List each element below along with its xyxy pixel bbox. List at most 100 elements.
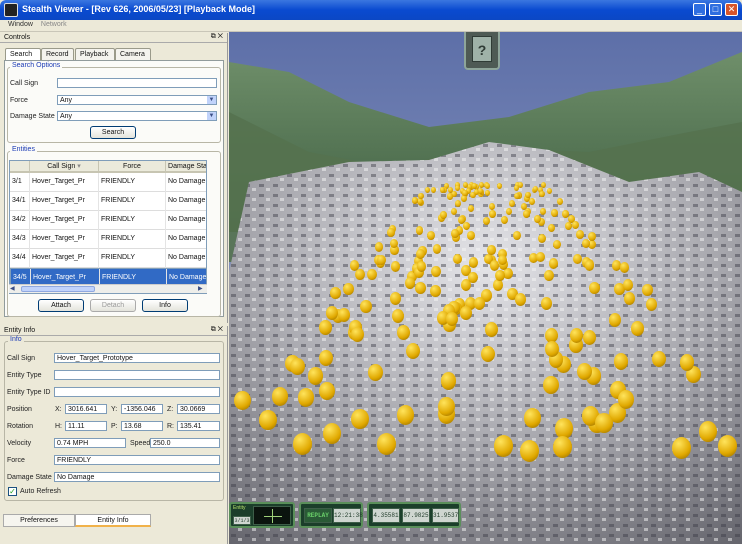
scroll-left-icon[interactable]: ◀ xyxy=(10,285,15,292)
hud-elevation: 31.9537 xyxy=(432,508,459,523)
controls-title: Controls xyxy=(4,34,31,41)
hover-target xyxy=(319,382,335,401)
maximize-button[interactable]: □ xyxy=(709,3,722,16)
hover-target xyxy=(472,183,478,189)
callsign-input[interactable] xyxy=(57,78,217,88)
hud-compass-display xyxy=(253,506,291,525)
search-button[interactable]: Search xyxy=(90,126,136,139)
column-header-callsign[interactable]: Call Sign ▾ xyxy=(30,161,99,173)
hover-target xyxy=(553,240,562,250)
horizontal-scrollbar[interactable]: ◀ ▶ xyxy=(9,284,207,293)
help-icon[interactable]: ? xyxy=(472,36,492,62)
hover-target xyxy=(355,269,365,281)
callsign-label: Call Sign xyxy=(10,80,39,87)
hover-target xyxy=(573,254,582,265)
tab-entity-info[interactable]: Entity Info xyxy=(75,514,151,527)
target-swarm xyxy=(229,32,742,544)
table-row[interactable]: 34/1 Hover_Target_Pr FRIENDLY No Damage xyxy=(10,192,206,211)
hover-target xyxy=(298,388,315,407)
hover-target xyxy=(377,433,396,455)
speed-label: Speed: xyxy=(130,440,153,447)
menu-network[interactable]: Network xyxy=(41,21,67,28)
damage-state-select[interactable]: Any ▼ xyxy=(57,111,217,121)
hover-target xyxy=(485,183,491,189)
pos-z-label: Z: xyxy=(167,406,174,413)
column-header-damage[interactable]: Damage Sta xyxy=(166,161,206,173)
hover-target xyxy=(588,232,596,241)
auto-refresh-checkbox[interactable]: ✓ xyxy=(8,487,17,496)
ei-entity-type-label: Entity Type xyxy=(7,372,42,379)
hover-target xyxy=(614,353,629,370)
detach-button[interactable]: Detach xyxy=(90,299,136,312)
tab-playback[interactable]: Playback xyxy=(75,48,115,60)
scroll-right-icon[interactable]: ▶ xyxy=(198,285,203,292)
hover-target xyxy=(518,182,523,188)
hover-target xyxy=(483,217,490,225)
hover-target xyxy=(431,187,437,194)
table-row[interactable]: 34/3 Hover_Target_Pr FRIENDLY No Damage xyxy=(10,230,206,249)
table-row[interactable]: 3/1 Hover_Target_Pr FRIENDLY No Damage xyxy=(10,173,206,192)
hud-replay-panel: REPLAY 12:21:38 xyxy=(299,502,363,528)
tab-record[interactable]: Record xyxy=(41,48,74,60)
hover-target xyxy=(576,230,584,239)
close-button[interactable]: ✕ xyxy=(725,3,738,16)
hover-target xyxy=(494,435,513,457)
menu-window[interactable]: Window xyxy=(8,21,33,28)
panel-dock-close-icon[interactable]: ⧉ ✕ xyxy=(211,33,223,41)
entity-info-title: Entity Info xyxy=(4,327,36,334)
column-header-force[interactable]: Force xyxy=(99,161,166,173)
3d-viewport[interactable]: ? Entity 3/1/3 REPLAY 12:21:38 4.35581 8… xyxy=(229,32,742,544)
hover-target xyxy=(463,222,471,231)
ei-force-label: Force xyxy=(7,457,25,464)
hover-target xyxy=(553,436,572,458)
hover-target xyxy=(501,216,508,224)
ei-entity-type-field xyxy=(54,370,220,380)
hud-coords-panel: 4.35581 87.9825 31.9537 xyxy=(367,502,461,528)
hover-target xyxy=(387,228,395,237)
ei-rotation-label: Rotation xyxy=(7,423,34,430)
ei-force-field: FRIENDLY xyxy=(54,455,220,465)
hover-target xyxy=(509,200,515,207)
title-bar: Stealth Viewer - [Rev 626, 2006/05/23] [… xyxy=(0,0,742,20)
tab-preferences[interactable]: Preferences xyxy=(3,514,75,527)
hover-target xyxy=(412,197,418,204)
hover-target xyxy=(416,226,424,235)
hover-target xyxy=(326,306,338,320)
rot-h-field: 11.11 xyxy=(65,421,107,431)
hover-target xyxy=(595,413,613,434)
table-cell: 34/1 xyxy=(10,192,30,211)
attach-button[interactable]: Attach xyxy=(38,299,84,312)
table-cell: No Damage xyxy=(166,173,206,192)
menu-bar: Window Network xyxy=(0,20,742,32)
hover-target xyxy=(497,183,503,189)
table-cell: 34/2 xyxy=(10,211,30,230)
entities-label: Entities xyxy=(10,146,37,153)
hover-target xyxy=(515,293,527,306)
panel-dock-close-icon[interactable]: ⧉ ✕ xyxy=(211,326,223,334)
ei-entity-type-id-field xyxy=(54,387,220,397)
table-cell: Hover_Target_Pr xyxy=(30,230,99,249)
table-row[interactable]: 34/4 Hover_Target_Pr FRIENDLY No Damage xyxy=(10,249,206,268)
hover-target xyxy=(323,423,342,444)
hover-target xyxy=(351,409,369,430)
hover-target xyxy=(360,300,372,314)
hover-target xyxy=(468,272,478,284)
hover-target xyxy=(416,249,425,259)
velocity-field: 0.74 MPH xyxy=(54,438,126,448)
hover-target xyxy=(418,193,424,200)
minimize-button[interactable]: _ xyxy=(693,3,706,16)
hud-time: 12:21:38 xyxy=(333,508,363,523)
hover-target xyxy=(570,328,583,343)
hover-target xyxy=(460,306,472,320)
help-widget[interactable]: ? xyxy=(464,32,500,70)
column-header-id[interactable] xyxy=(10,161,30,173)
info-button[interactable]: Info xyxy=(142,299,188,312)
hud-latitude: 4.35581 xyxy=(372,508,400,523)
tab-camera[interactable]: Camera xyxy=(115,48,151,60)
entities-table[interactable]: Call Sign ▾ Force Damage Sta 3/1 Hover_Ta… xyxy=(9,160,207,294)
controls-header: Controls ⧉ ✕ xyxy=(0,33,227,43)
table-row[interactable]: 34/2 Hover_Target_Pr FRIENDLY No Damage xyxy=(10,211,206,230)
force-select[interactable]: Any ▼ xyxy=(57,95,217,105)
hover-target xyxy=(489,210,496,218)
scrollbar-thumb[interactable] xyxy=(21,286,95,292)
